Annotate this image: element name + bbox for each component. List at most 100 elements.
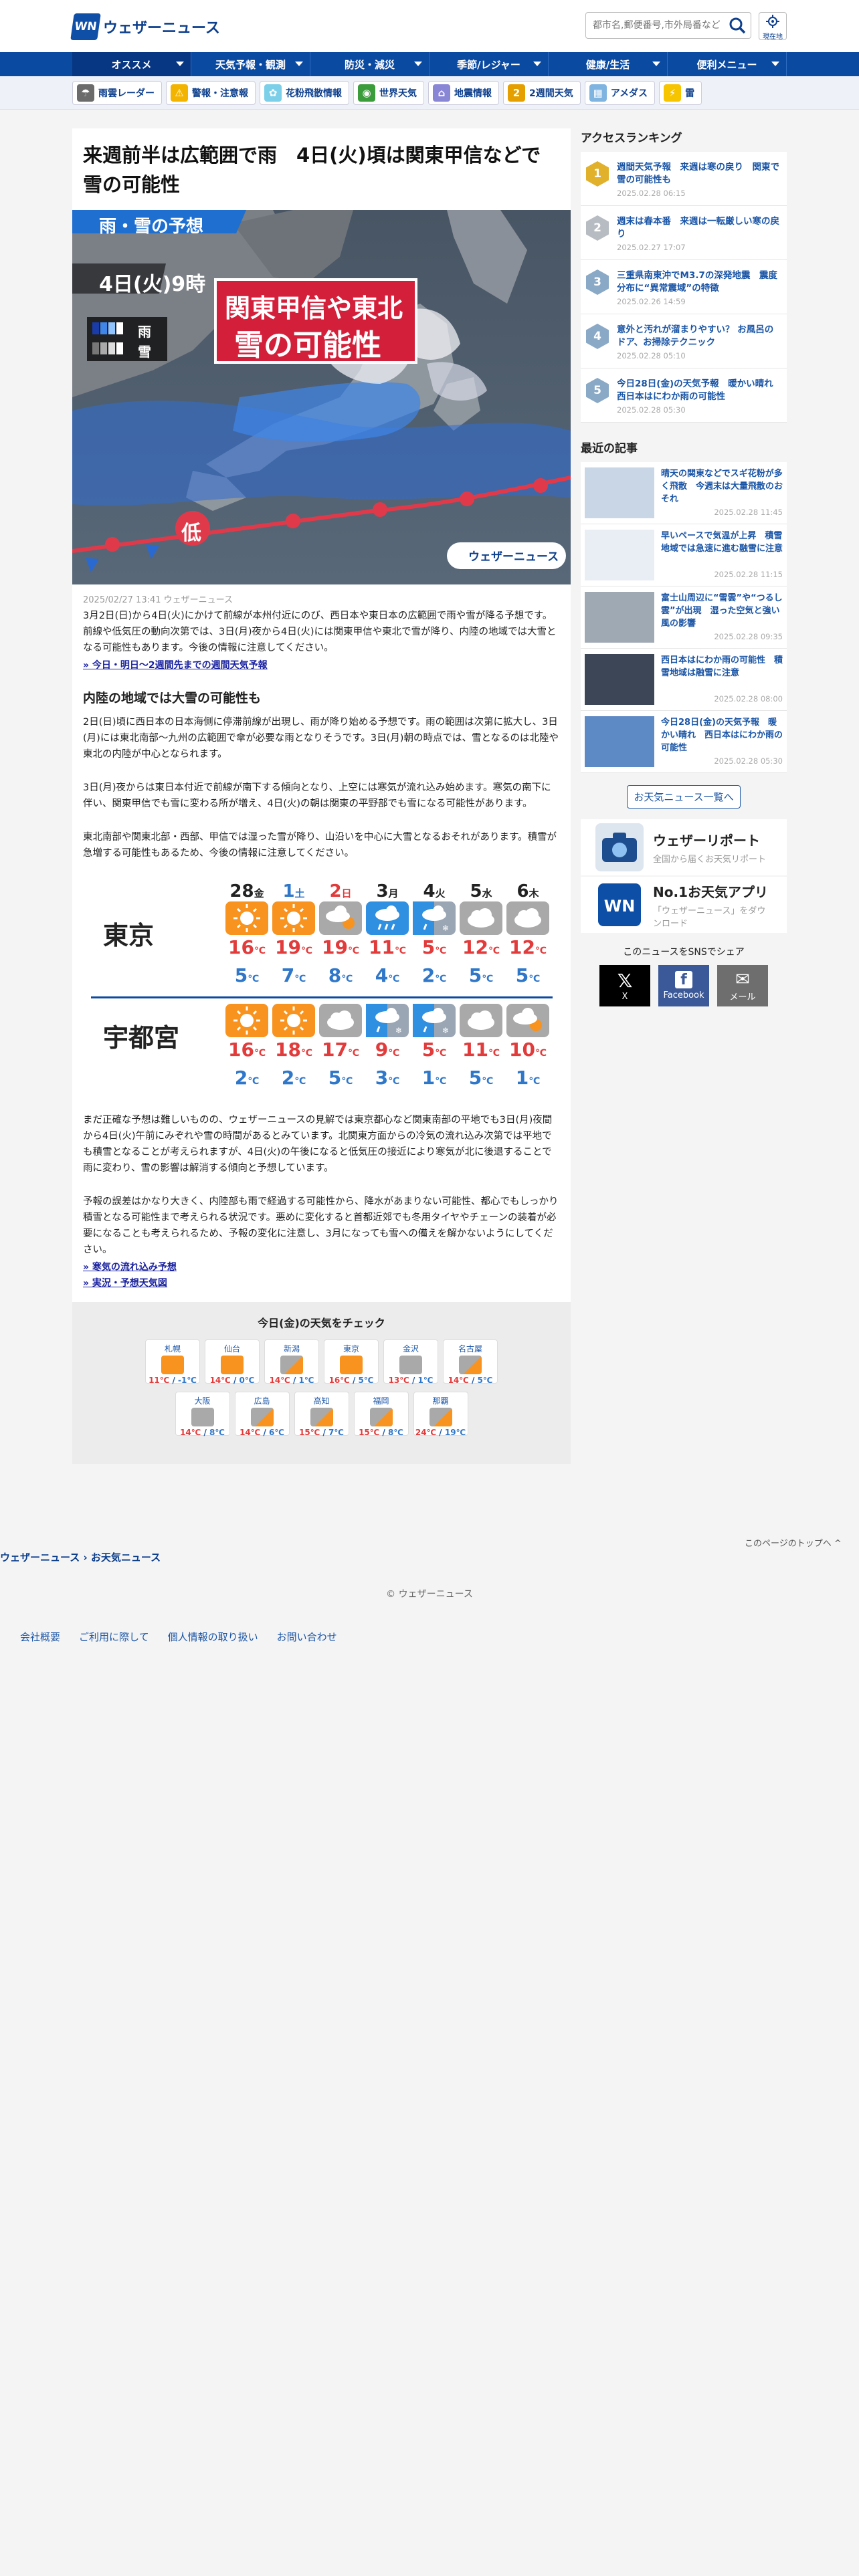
ranking-item[interactable]: 4 意外と汚れが溜まりやすい？ お風呂のドア、お掃除テクニック 2025.02.28… [581, 314, 787, 368]
news-item[interactable]: 西日本はにわか雨の可能性 積雪地域は融雪に注意 2025.02.28 08:00 [581, 649, 787, 711]
quick-link[interactable]: ◉ 世界天気 [353, 81, 424, 105]
nav-tab[interactable]: 健康/生活 [549, 52, 668, 76]
temp-unit: ℃ [435, 1048, 447, 1059]
city-card-temps: 13℃ / 1℃ [384, 1376, 438, 1385]
weekly-forecast-link[interactable]: » 今日・明日〜2週間先までの週間天気予報 [72, 657, 571, 673]
quick-link[interactable]: 2 2週間天気 [503, 81, 581, 105]
news-item[interactable]: 富士山周辺に“雪雲”や“つるし雲”が出現 湿った空気と強い風の影響 2025.02… [581, 586, 787, 649]
quick-links: ☂ 雨雲レーダー ⚠ 警報・注意報 ✿ 花粉飛散情報 ◉ 世界天気 ⌂ 地震情報 2 2週間天気 ▦ アメ… [0, 76, 859, 110]
share-mail-button[interactable]: ✉ メール [717, 965, 768, 1006]
high-temp: 11℃ [364, 935, 411, 964]
low-temp: 5℃ [504, 964, 551, 991]
search-button[interactable] [727, 15, 748, 35]
quick-link[interactable]: ▦ アメダス [584, 81, 656, 105]
news-item[interactable]: 晴天の関東などでスギ花粉が多く飛散 今週末は大量飛散のおそれ 2025.02.28… [581, 462, 787, 524]
quick-link[interactable]: ⚠ 警報・注意報 [166, 81, 256, 105]
forecast-date: 5 [470, 881, 482, 901]
site-header: WN ウェザーニュース 現在地 [0, 0, 859, 52]
news-list-button[interactable]: お天気ニュース一覧へ [627, 785, 741, 809]
city-card-name: 金沢 [402, 1344, 419, 1354]
ranking-text: 今日28日(金)の天気予報 暖かい晴れ 西日本はにわか雨の可能性 2025.02.… [617, 378, 781, 415]
footer-link[interactable]: お問い合わせ [277, 1630, 337, 1644]
x-icon: 𝕏 [617, 970, 633, 992]
quick-link[interactable]: ⚡ 雷 [659, 81, 702, 105]
camera-icon [595, 823, 644, 871]
weather-report-promo[interactable]: ウェザーリポート 全国から届くお天気リポート [581, 819, 787, 875]
promo-subtitle: 全国から届くお天気リポート [653, 855, 767, 865]
ranking-item[interactable]: 5 今日28日(金)の天気予報 暖かい晴れ 西日本はにわか雨の可能性 2025.02… [581, 368, 787, 423]
high-temp-value: 17 [322, 1039, 348, 1061]
weather-icon: ❄ [413, 1004, 456, 1037]
ranking-item[interactable]: 1 週間天気予報 来週は寒の戻り 関東で雪の可能性も 2025.02.28 06:1… [581, 152, 787, 206]
nav-tab[interactable]: 季節/レジャー [430, 52, 549, 76]
breadcrumb-home[interactable]: ウェザーニュース [0, 1551, 80, 1564]
weather-icon [460, 1004, 502, 1037]
forecast-day: 2日 [317, 881, 364, 901]
search-input[interactable] [586, 13, 720, 38]
low-temp-value: 2 [234, 1067, 248, 1089]
city-weather-card[interactable]: 新潟 14℃ / 1℃ [264, 1339, 319, 1385]
site-logo[interactable]: WN ウェザーニュース [70, 13, 220, 40]
quick-links-inner: ☂ 雨雲レーダー ⚠ 警報・注意報 ✿ 花粉飛散情報 ◉ 世界天気 ⌂ 地震情報 2 2週間天気 ▦ アメ… [72, 81, 787, 105]
temp-unit: ℃ [426, 1428, 437, 1437]
article-paragraph: 2日(日)頃に西日本の日本海側に停滞前線が出現し、雨が降り始める予想です。雨の範… [83, 717, 559, 760]
low-temp: 3℃ [364, 1066, 411, 1093]
nav-tab[interactable]: 防災・減災 [310, 52, 430, 76]
current-location-button[interactable]: 現在地 [759, 12, 787, 41]
temp-unit: ℃ [435, 974, 447, 984]
chevron-down-icon [533, 62, 541, 66]
check-row: 大阪 14℃ / 8℃ 広島 14℃ / 6℃ 高知 15℃ / 7℃ 福岡 15℃ / 8℃… [72, 1392, 571, 1437]
nav-tab[interactable]: 便利メニュー [668, 52, 787, 76]
ranking-item[interactable]: 2 週末は春本番 来週は一転厳しい寒の戻り 2025.02.27 17:07 [581, 206, 787, 260]
city-weather-card[interactable]: 仙台 14℃ / 0℃ [205, 1339, 260, 1385]
breadcrumb-news[interactable]: お天気ニュース [91, 1551, 161, 1564]
city-weather-card[interactable]: 大阪 14℃ / 8℃ [175, 1392, 230, 1437]
temp-separator: / [409, 1376, 418, 1385]
city-card-name: 札幌 [164, 1344, 181, 1354]
forecast-day: 5水 [458, 881, 504, 901]
high-temp-value: 10 [509, 1039, 535, 1061]
quick-link-label: 花粉飛散情報 [286, 88, 342, 99]
city-weather-card[interactable]: 東京 16℃ / 5℃ [324, 1339, 379, 1385]
forecast-cell: 19℃ 7℃ [270, 901, 317, 991]
news-item[interactable]: 今日28日(金)の天気予報 暖かい晴れ 西日本はにわか雨の可能性 2025.02.… [581, 711, 787, 773]
footer-link[interactable]: 会社概要 [20, 1630, 60, 1644]
city-weather-card[interactable]: 高知 15℃ / 7℃ [294, 1392, 349, 1437]
weather-icon [310, 1408, 333, 1426]
city-weather-card[interactable]: 広島 14℃ / 6℃ [234, 1392, 290, 1437]
back-to-top-link[interactable]: このページのトップへ ^ [745, 1536, 842, 1549]
city-card-name: 新潟 [283, 1344, 300, 1354]
city-weather-card[interactable]: 金沢 13℃ / 1℃ [383, 1339, 438, 1385]
search-box [585, 12, 751, 39]
city-card-temps: 15℃ / 7℃ [295, 1428, 349, 1437]
footer-link[interactable]: 個人情報の取り扱い [168, 1630, 258, 1644]
city-weather-card[interactable]: 名古屋 14℃ / 5℃ [443, 1339, 498, 1385]
city-card-name: 広島 [254, 1396, 270, 1406]
share-x-button[interactable]: 𝕏 X [599, 965, 650, 1006]
city-weather-card[interactable]: 那覇 24℃ / 19℃ [413, 1392, 468, 1437]
city-card-low: 1 [417, 1376, 423, 1385]
forecast-day: 4火 [411, 881, 458, 901]
city-card-temps: 14℃ / 0℃ [205, 1376, 259, 1385]
cold-air-link[interactable]: » 寒気の流れ込み予想 [72, 1259, 571, 1275]
city-weather-card[interactable]: 札幌 11℃ / -1℃ [145, 1339, 200, 1385]
nav-tab[interactable]: オススメ [72, 52, 191, 76]
quick-link[interactable]: ⌂ 地震情報 [428, 81, 499, 105]
news-item[interactable]: 早いペースで気温が上昇 積雪地域では急速に進む融雪に注意 2025.02.28 1… [581, 524, 787, 586]
ranking-title: 意外と汚れが溜まりやすい？ お風呂のドア、お掃除テクニック [617, 324, 774, 348]
footer-link[interactable]: ご利用に際して [79, 1630, 149, 1644]
quick-link[interactable]: ✿ 花粉飛散情報 [260, 81, 349, 105]
weather-icon [191, 1408, 214, 1426]
city-weather-card[interactable]: 福岡 15℃ / 8℃ [353, 1392, 409, 1437]
weather-map-link[interactable]: » 実況・予想天気図 [72, 1275, 571, 1291]
share-facebook-button[interactable]: f Facebook [658, 965, 709, 1006]
pollen-icon: ✿ [264, 84, 282, 102]
ranking-date: 2025.02.28 06:15 [617, 189, 686, 198]
section-heading: 内陸の地域では大雪の可能性も [83, 691, 262, 706]
ranking-item[interactable]: 3 三重県南東沖でM3.7の深発地震 震度分布に“異常震域”の特徴 2025.02.… [581, 260, 787, 314]
app-promo[interactable]: WN No.1お天気アプリ 「ウェザーニュース」をダウンロード [581, 877, 787, 933]
nav-tab[interactable]: 天気予報・観測 [191, 52, 310, 76]
city-card-name: 東京 [343, 1344, 359, 1354]
quick-link[interactable]: ☂ 雨雲レーダー [72, 81, 162, 105]
temp-unit: ℃ [280, 1376, 290, 1385]
